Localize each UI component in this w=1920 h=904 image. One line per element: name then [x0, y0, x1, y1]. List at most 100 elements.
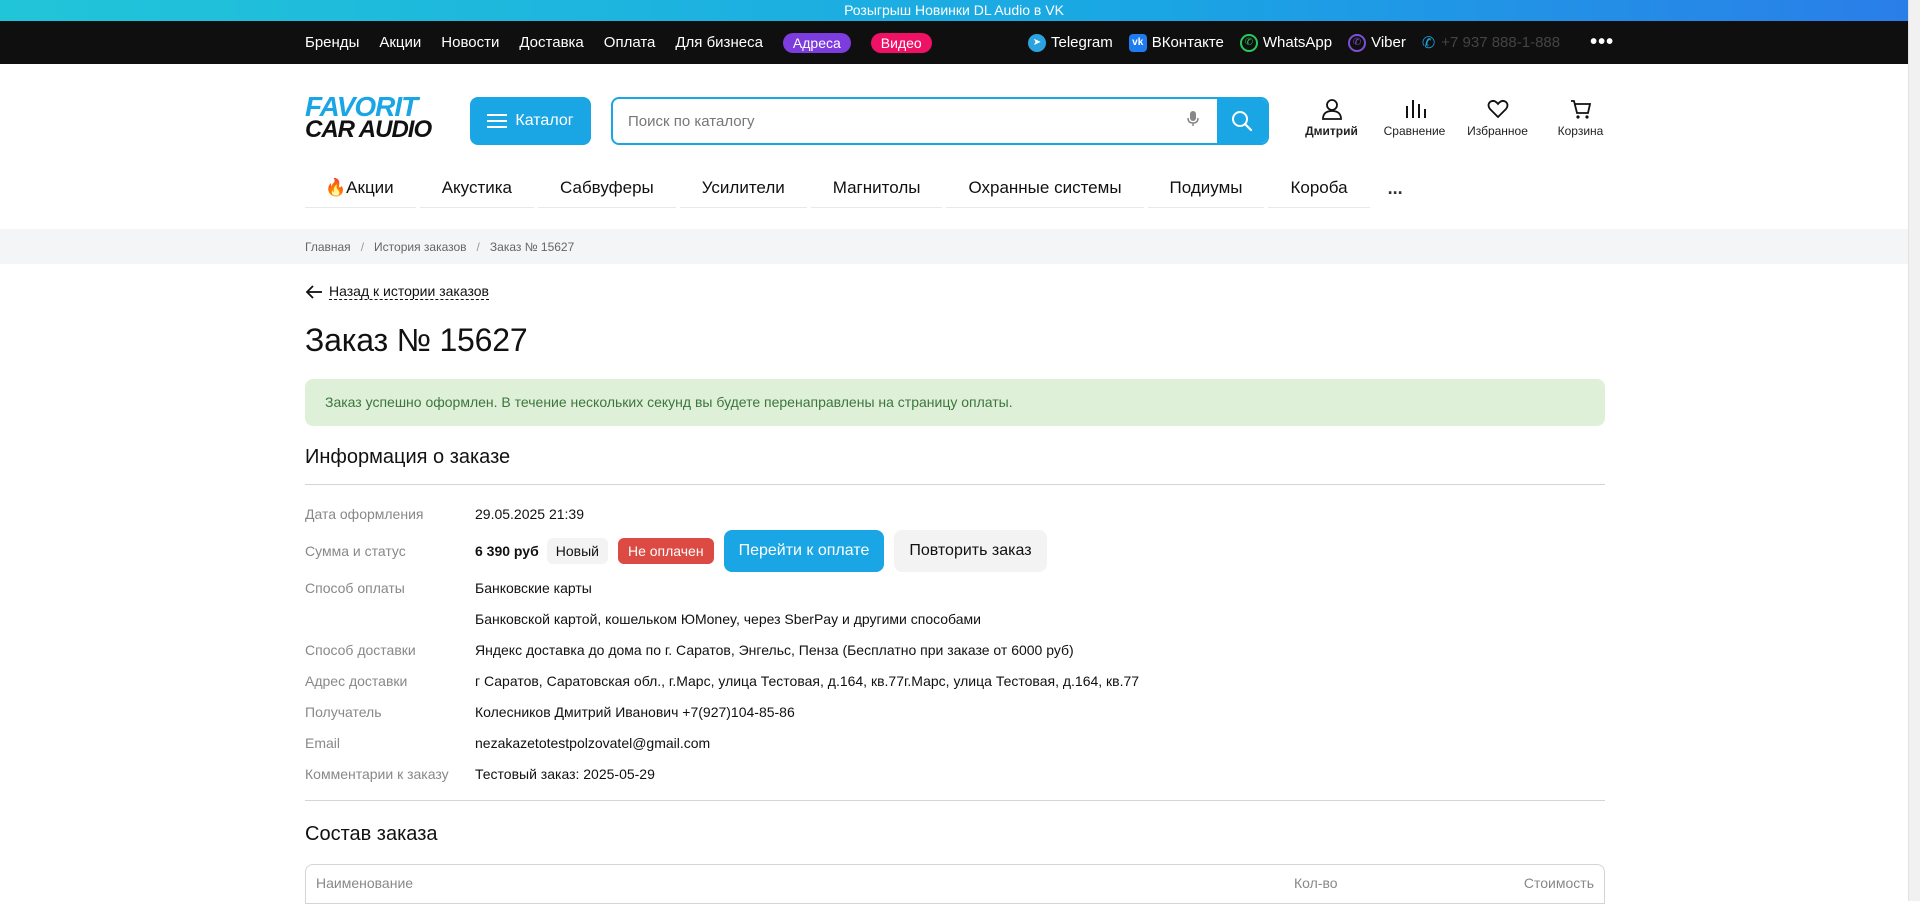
- pay-button[interactable]: Перейти к оплате: [723, 530, 885, 572]
- payment-value: Банковские карты: [475, 580, 592, 596]
- top-link-news[interactable]: Новости: [441, 34, 499, 51]
- page-title: Заказ № 15627: [305, 322, 528, 358]
- account-button[interactable]: Дмитрий: [1290, 98, 1373, 138]
- search-input[interactable]: [613, 99, 1187, 143]
- more-menu-icon[interactable]: •••: [1590, 31, 1614, 54]
- payment-note: Банковской картой, кошельком ЮMoney, чер…: [475, 611, 981, 627]
- delivery-label: Способ доставки: [305, 642, 416, 658]
- arrow-left-icon: [305, 284, 322, 299]
- breadcrumb: Главная / История заказов / Заказ № 15627: [305, 240, 574, 254]
- info-row-sum: Сумма и статус 6 390 руб Новый Не оплаче…: [305, 529, 1605, 573]
- order-info: Дата оформления 29.05.2025 21:39 Сумма и…: [305, 499, 1605, 790]
- top-link-payment[interactable]: Оплата: [604, 34, 656, 51]
- telegram-label: Telegram: [1051, 34, 1113, 51]
- page-scrollbar[interactable]: [1908, 0, 1920, 901]
- whatsapp-link[interactable]: ✆ WhatsApp: [1239, 33, 1333, 52]
- top-link-sales[interactable]: Акции: [379, 34, 421, 51]
- breadcrumb-bar: Главная / История заказов / Заказ № 15627: [0, 229, 1908, 264]
- viber-link[interactable]: ✆ Viber: [1348, 33, 1406, 52]
- repeat-order-button[interactable]: Повторить заказ: [894, 530, 1047, 572]
- search-box: [611, 97, 1269, 145]
- column-header-qty: Кол-во: [1294, 875, 1338, 891]
- nav-item-boxes[interactable]: Короба: [1268, 168, 1370, 208]
- info-row-payment-note: Банковской картой, кошельком ЮMoney, чер…: [305, 604, 1605, 635]
- column-header-name: Наименование: [316, 875, 414, 891]
- date-label: Дата оформления: [305, 506, 424, 522]
- telegram-icon: ➤: [1028, 33, 1046, 52]
- microphone-icon[interactable]: [1187, 110, 1199, 132]
- nav-item-amplifiers[interactable]: Усилители: [679, 168, 807, 208]
- composition-heading: Состав заказа: [305, 823, 438, 845]
- video-pill[interactable]: Видео: [870, 32, 932, 53]
- whatsapp-label: WhatsApp: [1262, 34, 1333, 51]
- nav-item-acoustics[interactable]: Акустика: [419, 168, 535, 208]
- viber-icon: ✆: [1348, 33, 1367, 52]
- payment-label: Способ оплаты: [305, 580, 405, 596]
- breadcrumb-home[interactable]: Главная: [305, 240, 351, 254]
- divider: [305, 800, 1605, 801]
- status-badge-new: Новый: [546, 538, 608, 564]
- cart-button[interactable]: Корзина: [1539, 98, 1622, 138]
- order-content: Назад к истории заказов Заказ № 15627 За…: [305, 283, 1605, 904]
- telegram-link[interactable]: ➤ Telegram: [1028, 33, 1113, 52]
- column-header-price: Стоимость: [1523, 875, 1594, 891]
- phone-link[interactable]: ✆ +7 937 888-1-888: [1422, 33, 1560, 53]
- phone-number: +7 937 888-1-888: [1441, 34, 1561, 51]
- logo-line2: CAR AUDIO: [305, 116, 432, 143]
- whatsapp-icon: ✆: [1239, 33, 1258, 52]
- sum-label: Сумма и статус: [305, 543, 406, 559]
- sum-value: 6 390 руб: [475, 543, 539, 559]
- catalog-button[interactable]: Каталог: [470, 97, 591, 145]
- nav-item-security[interactable]: Охранные системы: [946, 168, 1144, 208]
- vk-label: ВКонтакте: [1151, 34, 1224, 51]
- email-label: Email: [305, 735, 341, 751]
- address-value: г Саратов, Саратовская обл., г.Марс, ули…: [475, 673, 1140, 689]
- search-icon: [1232, 111, 1253, 132]
- nav-item-sales[interactable]: 🔥Акции: [305, 168, 416, 208]
- promo-banner[interactable]: Розыгрыш Новинки DL Audio в VK: [0, 0, 1908, 21]
- recipient-label: Получатель: [305, 704, 382, 720]
- info-row-date: Дата оформления 29.05.2025 21:39: [305, 499, 1605, 529]
- recipient-value: Колесников Дмитрий Иванович +7(927)104-8…: [475, 704, 795, 720]
- breadcrumb-history[interactable]: История заказов: [374, 240, 467, 254]
- compare-button[interactable]: Сравнение: [1373, 98, 1456, 138]
- favorites-button[interactable]: Избранное: [1456, 98, 1539, 138]
- breadcrumb-separator: /: [360, 240, 365, 254]
- phone-icon: ✆: [1421, 34, 1436, 52]
- info-row-address: Адрес доставки г Саратов, Саратовская об…: [305, 666, 1605, 697]
- nav-more-icon[interactable]: ...: [1388, 178, 1403, 199]
- top-link-delivery[interactable]: Доставка: [519, 34, 583, 51]
- burger-icon: [487, 114, 508, 128]
- cart-icon: [1570, 100, 1591, 119]
- nav-item-podiums[interactable]: Подиумы: [1147, 168, 1265, 208]
- address-label: Адрес доставки: [305, 673, 408, 689]
- date-value: 29.05.2025 21:39: [475, 506, 584, 522]
- order-items-table: Наименование Кол-во Стоимость: [305, 864, 1605, 904]
- info-heading: Информация о заказе: [305, 446, 1605, 485]
- breadcrumb-current: Заказ № 15627: [489, 240, 575, 254]
- comment-value: Тестовый заказ: 2025-05-29: [475, 766, 655, 782]
- viber-label: Viber: [1371, 34, 1406, 51]
- top-bar: Бренды Акции Новости Доставка Оплата Для…: [0, 21, 1908, 64]
- site-logo[interactable]: FAVORIT CAR AUDIO: [305, 93, 451, 146]
- nav-item-head-units[interactable]: Магнитолы: [810, 168, 943, 208]
- category-nav: 🔥Акции Акустика Сабвуферы Усилители Магн…: [305, 166, 1403, 210]
- email-value: nezakazetotestpolzovatel@gmail.com: [475, 735, 711, 751]
- vk-link[interactable]: vk ВКонтакте: [1128, 33, 1224, 52]
- comment-label: Комментарии к заказу: [305, 766, 449, 782]
- top-link-business[interactable]: Для бизнеса: [675, 34, 763, 51]
- search-button[interactable]: [1217, 99, 1267, 143]
- top-link-brands[interactable]: Бренды: [305, 34, 359, 51]
- header-actions: Дмитрий Сравнение Избранное Корзина: [1290, 98, 1622, 138]
- addresses-pill[interactable]: Адреса: [782, 32, 851, 53]
- top-links: Бренды Акции Новости Доставка Оплата Для…: [305, 32, 952, 53]
- info-row-recipient: Получатель Колесников Дмитрий Иванович +…: [305, 697, 1605, 728]
- nav-item-subwoofers[interactable]: Сабвуферы: [538, 168, 676, 208]
- info-row-comment: Комментарии к заказу Тестовый заказ: 202…: [305, 759, 1605, 790]
- info-row-payment: Способ оплаты Банковские карты: [305, 573, 1605, 604]
- cart-label: Корзина: [1557, 124, 1604, 138]
- vk-icon: vk: [1128, 33, 1147, 52]
- back-link[interactable]: Назад к истории заказов: [305, 283, 1605, 300]
- breadcrumb-separator: /: [476, 240, 480, 254]
- account-label: Дмитрий: [1305, 124, 1358, 138]
